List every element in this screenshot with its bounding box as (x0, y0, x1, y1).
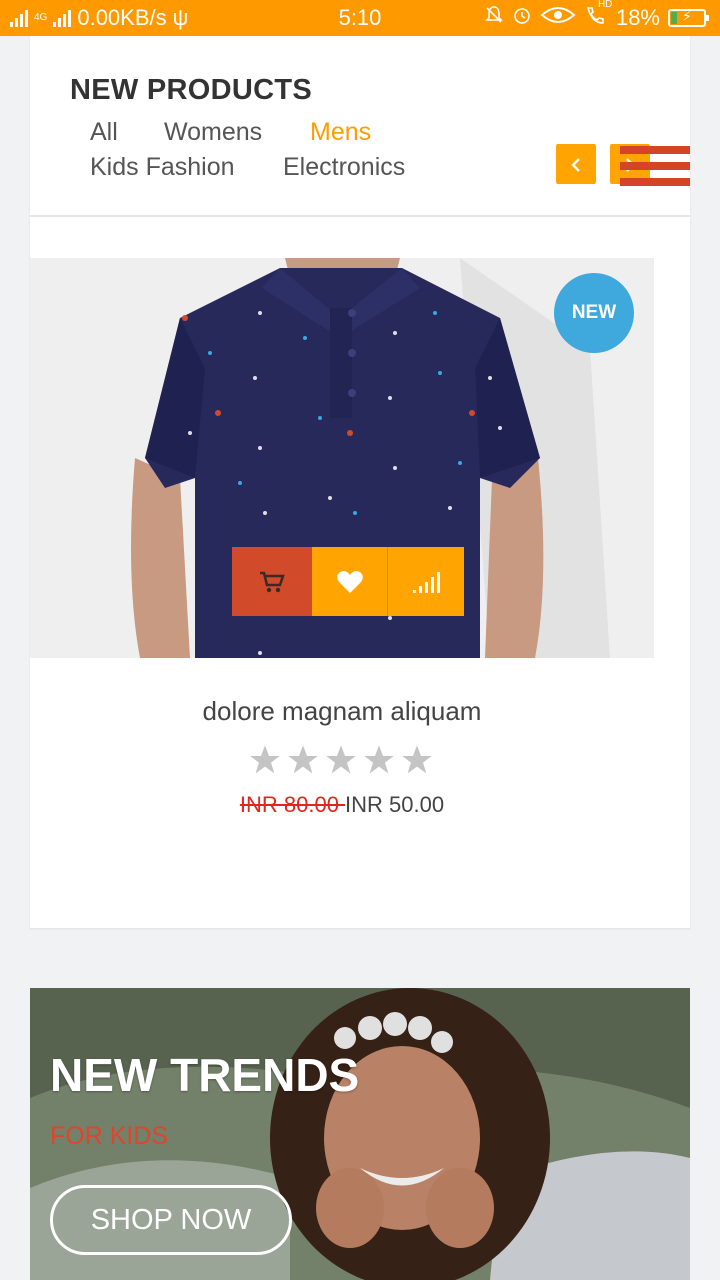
shop-now-button[interactable]: SHOP NOW (50, 1185, 292, 1255)
add-to-wishlist-button[interactable] (312, 547, 388, 616)
hd-call-icon: HD (584, 0, 612, 31)
star-icon (288, 745, 318, 774)
eye-icon (540, 5, 576, 31)
new-badge: NEW (554, 273, 634, 353)
prev-button[interactable] (556, 144, 596, 184)
compare-icon (413, 571, 440, 593)
heart-icon (336, 570, 363, 593)
cart-icon (260, 571, 285, 592)
divider (30, 215, 690, 217)
tab-electronics[interactable]: Electronics (283, 153, 405, 182)
hd-label: HD (597, 0, 613, 10)
price: INR 80.00 INR 50.00 (30, 792, 654, 818)
tab-all[interactable]: All (90, 118, 118, 147)
star-icon (250, 745, 280, 774)
hamburger-menu-icon[interactable] (620, 146, 690, 196)
compare-button[interactable] (388, 547, 464, 616)
tab-kids-fashion[interactable]: Kids Fashion (90, 153, 235, 182)
battery-icon: ⚡ (668, 8, 709, 27)
product-actions (232, 547, 464, 616)
banner-title: NEW TRENDS (50, 1049, 360, 1101)
old-price: INR 80.00 (239, 792, 346, 817)
add-to-cart-button[interactable] (232, 547, 312, 616)
product-name[interactable]: dolore magnam aliquam (30, 696, 654, 727)
chevron-left-icon (571, 158, 580, 173)
tab-womens[interactable]: Womens (164, 118, 262, 147)
alarm-icon (512, 5, 532, 31)
banner-subtitle: FOR KIDS (50, 1122, 169, 1150)
status-bar: 4G 0.00KB/s ψ 5:10 HD 18% ⚡ (0, 0, 720, 36)
star-icon (326, 745, 356, 774)
current-price: INR 50.00 (345, 792, 445, 817)
section-title: NEW PRODUCTS (70, 74, 313, 106)
battery-percent: 18% (615, 5, 660, 30)
star-icon (364, 745, 394, 774)
star-rating (248, 744, 434, 776)
silent-bell-icon (484, 5, 504, 31)
tab-mens[interactable]: Mens (310, 118, 371, 147)
new-products-card: NEW PRODUCTS All Womens Mens Kids Fashio… (30, 36, 690, 928)
new-trends-banner[interactable]: NEW TRENDS FOR KIDS SHOP NOW (30, 988, 690, 1280)
star-icon (402, 745, 432, 774)
